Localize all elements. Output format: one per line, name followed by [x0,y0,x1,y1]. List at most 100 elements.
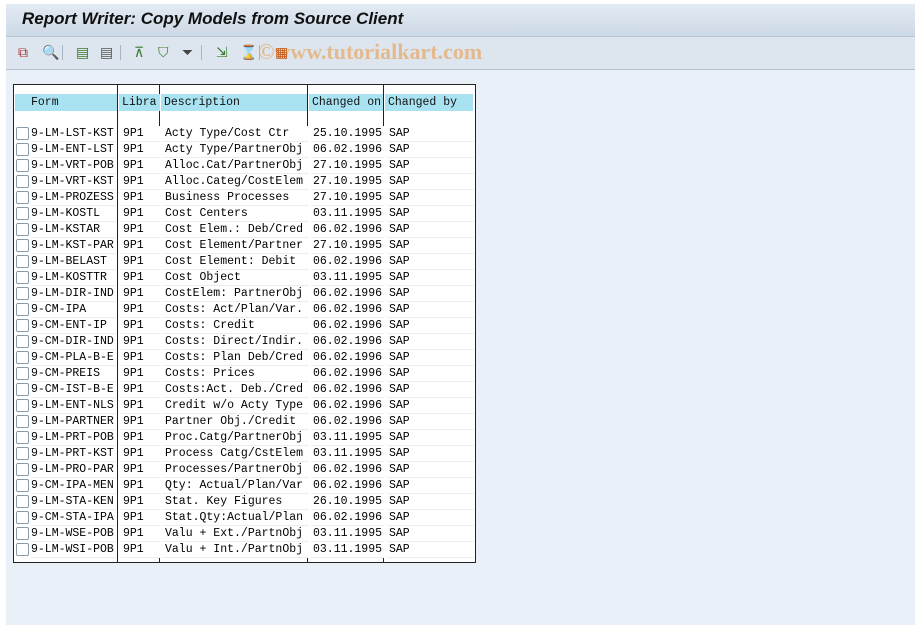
library-cell: 9P1 [121,142,161,158]
changed-on-cell: 27.10.1995 [311,174,384,190]
table-row[interactable]: 9-LM-STA-KEN 9P1 Stat. Key Figures 26.10.19… [14,494,475,510]
table-row[interactable]: 9-LM-WSI-POB 9P1 Valu + Int./PartnObj 03.11… [14,542,475,558]
table-row[interactable]: 9-LM-PARTNER 9P1 Partner Obj./Credit 06.02.… [14,414,475,430]
changed-on-cell: 03.11.1995 [311,430,384,446]
changed-by-cell: SAP [387,222,474,238]
changed-by-cell: SAP [387,542,474,558]
form-cell: 9-CM-DIR-IND [31,334,116,350]
print-preview-icon[interactable]: ⌛ [240,44,257,60]
form-cell: 9-LM-PRT-KST [31,446,116,462]
changed-by-cell: SAP [387,286,474,302]
changed-on-cell: 06.02.1996 [311,366,384,382]
row-checkbox[interactable] [16,367,29,380]
set-filter-icon[interactable]: ⏷ [182,44,198,60]
table-row[interactable]: 9-LM-KOSTTR 9P1 Cost Object 03.11.1995 SAP [14,270,475,286]
form-cell: 9-CM-IST-B-E [31,382,116,398]
form-cell: 9-CM-ENT-IP [31,318,116,334]
description-cell: Partner Obj./Credit [163,414,308,430]
table-row[interactable]: 9-LM-PRT-POB 9P1 Proc.Catg/PartnerObj 03.11… [14,430,475,446]
table-row[interactable]: 9-LM-BELAST 9P1 Cost Element: Debit 06.02.1… [14,254,475,270]
row-checkbox[interactable] [16,527,29,540]
layout-icon[interactable]: ▦ [275,44,291,60]
table-row[interactable]: 9-LM-VRT-POB 9P1 Alloc.Cat/PartnerObj 27.10… [14,158,475,174]
row-checkbox[interactable] [16,207,29,220]
row-checkbox[interactable] [16,303,29,316]
row-checkbox[interactable] [16,351,29,364]
header-description[interactable]: Description [161,94,307,111]
header-library[interactable]: Libra [119,94,160,111]
table-row[interactable]: 9-CM-DIR-IND 9P1 Costs: Direct/Indir. 06.02… [14,334,475,350]
changed-on-cell: 06.02.1996 [311,286,384,302]
changed-by-cell: SAP [387,318,474,334]
table-row[interactable]: 9-LM-ENT-LST 9P1 Acty Type/PartnerObj 06.02… [14,142,475,158]
copy-icon[interactable]: ⧉ [18,44,34,60]
filter-icon[interactable]: ⛉ [158,44,174,60]
row-checkbox[interactable] [16,431,29,444]
changed-by-cell: SAP [387,446,474,462]
export-icon[interactable]: ⇲ [216,44,232,60]
changed-on-cell: 03.11.1995 [311,270,384,286]
header-form[interactable]: Form [15,94,117,111]
row-checkbox[interactable] [16,415,29,428]
find-icon[interactable]: 🔍 [42,44,59,60]
library-cell: 9P1 [121,206,161,222]
library-cell: 9P1 [121,190,161,206]
library-cell: 9P1 [121,542,161,558]
table-row[interactable]: 9-LM-LST-KST 9P1 Acty Type/Cost Ctr 25.10.1… [14,126,475,142]
row-checkbox[interactable] [16,143,29,156]
row-checkbox[interactable] [16,271,29,284]
row-checkbox[interactable] [16,159,29,172]
row-checkbox[interactable] [16,447,29,460]
table-row[interactable]: 9-LM-PRT-KST 9P1 Process Catg/CstElem 03.11… [14,446,475,462]
changed-by-cell: SAP [387,366,474,382]
changed-on-cell: 03.11.1995 [311,206,384,222]
row-checkbox[interactable] [16,223,29,236]
table-row[interactable]: 9-CM-STA-IPA 9P1 Stat.Qty:Actual/Plan 06.02… [14,510,475,526]
row-checkbox[interactable] [16,495,29,508]
table-row[interactable]: 9-CM-PLA-B-E 9P1 Costs: Plan Deb/Cred 06.02… [14,350,475,366]
changed-on-cell: 27.10.1995 [311,190,384,206]
row-checkbox[interactable] [16,463,29,476]
row-checkbox[interactable] [16,287,29,300]
row-checkbox[interactable] [16,399,29,412]
changed-on-cell: 25.10.1995 [311,126,384,142]
table-row[interactable]: 9-LM-WSE-POB 9P1 Valu + Ext./PartnObj 03.11… [14,526,475,542]
row-checkbox[interactable] [16,479,29,492]
row-checkbox[interactable] [16,127,29,140]
table-row[interactable]: 9-LM-VRT-KST 9P1 Alloc.Categ/CostElem 27.10… [14,174,475,190]
description-cell: Cost Element: Debit [163,254,308,270]
row-checkbox[interactable] [16,383,29,396]
changed-by-cell: SAP [387,334,474,350]
table-row[interactable]: 9-LM-KSTAR 9P1 Cost Elem.: Deb/Cred 06.02.1… [14,222,475,238]
table-row[interactable]: 9-CM-ENT-IP 9P1 Costs: Credit 06.02.1996 SAP [14,318,475,334]
changed-by-cell: SAP [387,414,474,430]
description-cell: Acty Type/Cost Ctr [163,126,308,142]
row-checkbox[interactable] [16,255,29,268]
sort-ascending-icon[interactable]: ⊼ [134,44,150,60]
table-row[interactable]: 9-LM-PROZESS 9P1 Business Processes 27.10.1… [14,190,475,206]
row-checkbox[interactable] [16,319,29,332]
table-row[interactable]: 9-LM-DIR-IND 9P1 CostElem: PartnerObj 06.02… [14,286,475,302]
table-row[interactable]: 9-CM-PREIS 9P1 Costs: Prices 06.02.1996 SAP [14,366,475,382]
row-checkbox[interactable] [16,191,29,204]
table-row[interactable]: 9-CM-IPA 9P1 Costs: Act/Plan/Var. 06.02.199… [14,302,475,318]
header-changed-on[interactable]: Changed on [309,94,383,111]
table-row[interactable]: 9-LM-KST-PAR 9P1 Cost Element/Partner 27.10… [14,238,475,254]
row-checkbox[interactable] [16,511,29,524]
row-checkbox[interactable] [16,335,29,348]
changed-by-cell: SAP [387,142,474,158]
changed-by-cell: SAP [387,174,474,190]
table-row[interactable]: 9-LM-PRO-PAR 9P1 Processes/PartnerObj 06.02… [14,462,475,478]
row-checkbox[interactable] [16,543,29,556]
row-checkbox[interactable] [16,239,29,252]
table-row[interactable]: 9-LM-ENT-NLS 9P1 Credit w/o Acty Type 06.02… [14,398,475,414]
table-row[interactable]: 9-CM-IST-B-E 9P1 Costs:Act. Deb./Cred 06.02… [14,382,475,398]
row-checkbox[interactable] [16,175,29,188]
select-all-icon[interactable]: ▤ [76,44,92,60]
header-changed-by[interactable]: Changed by [385,94,473,111]
table-row[interactable]: 9-LM-KOSTL 9P1 Cost Centers 03.11.1995 SAP [14,206,475,222]
deselect-all-icon[interactable]: ▤ [100,44,116,60]
changed-by-cell: SAP [387,206,474,222]
changed-by-cell: SAP [387,430,474,446]
table-row[interactable]: 9-CM-IPA-MEN 9P1 Qty: Actual/Plan/Var 06.02… [14,478,475,494]
